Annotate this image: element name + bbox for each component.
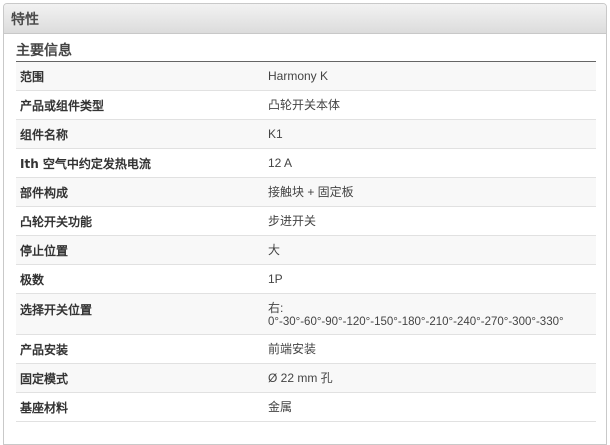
spec-value-line2: 0°-30°-60°-90°-120°-150°-180°-210°-240°-… — [268, 316, 564, 328]
spec-label: Ith 空气中约定发热电流 — [20, 156, 151, 171]
spec-value: 凸轮开关本体 — [268, 98, 341, 112]
spec-value: 前端安装 — [268, 342, 317, 356]
spec-row-mounting: 产品安装 前端安装 — [16, 335, 596, 364]
section-title: 主要信息 — [16, 42, 596, 62]
spec-value: 大 — [268, 243, 281, 257]
spec-row-product-type: 产品或组件类型 凸轮开关本体 — [16, 91, 596, 120]
spec-row-cam-function: 凸轮开关功能 步进开关 — [16, 207, 596, 236]
spec-row-ith-current: Ith 空气中约定发热电流 12 A — [16, 149, 596, 178]
spec-value: Harmony K — [268, 69, 329, 83]
spec-row-base-material: 基座材料 金属 — [16, 393, 596, 422]
spec-value: 1P — [268, 272, 283, 286]
spec-label: 部件构成 — [20, 185, 69, 200]
spec-label: 产品安装 — [20, 342, 69, 357]
spec-row-selector-positions: 选择开关位置 右: 0°-30°-60°-90°-120°-150°-180°-… — [16, 294, 596, 335]
spec-label: 范围 — [20, 69, 45, 84]
spec-value: 接触块 + 固定板 — [268, 185, 354, 199]
spec-table: 范围 Harmony K 产品或组件类型 凸轮开关本体 组件名称 K1 Ith … — [16, 62, 596, 422]
spec-value: Ø 22 mm 孔 — [268, 371, 333, 385]
spec-label: 停止位置 — [20, 243, 69, 258]
spec-row-composition: 部件构成 接触块 + 固定板 — [16, 178, 596, 207]
spec-value: 12 A — [268, 156, 293, 170]
spec-value: 右: 0°-30°-60°-90°-120°-150°-180°-210°-24… — [268, 301, 596, 329]
spec-label: 固定模式 — [20, 371, 69, 386]
spec-row-stop-position: 停止位置 大 — [16, 236, 596, 265]
spec-label: 极数 — [20, 272, 45, 287]
spec-label: 选择开关位置 — [20, 303, 93, 317]
spec-value: 步进开关 — [268, 214, 317, 228]
spec-row-fixing-mode: 固定模式 Ø 22 mm 孔 — [16, 364, 596, 393]
characteristics-panel: 特性 主要信息 范围 Harmony K 产品或组件类型 凸轮开关本体 组件名称… — [3, 3, 607, 445]
spec-value: 金属 — [268, 400, 293, 414]
spec-value: K1 — [268, 127, 283, 141]
spec-row-component-name: 组件名称 K1 — [16, 120, 596, 149]
spec-label: 组件名称 — [20, 127, 69, 142]
spec-label: 凸轮开关功能 — [20, 214, 93, 229]
spec-label: 产品或组件类型 — [20, 98, 105, 113]
spec-value-line1: 右: — [268, 301, 284, 315]
panel-title: 特性 — [11, 11, 39, 28]
panel-header: 特性 — [4, 4, 606, 34]
spec-row-poles: 极数 1P — [16, 265, 596, 294]
spec-label: 基座材料 — [20, 400, 69, 415]
spec-row-range: 范围 Harmony K — [16, 62, 596, 91]
